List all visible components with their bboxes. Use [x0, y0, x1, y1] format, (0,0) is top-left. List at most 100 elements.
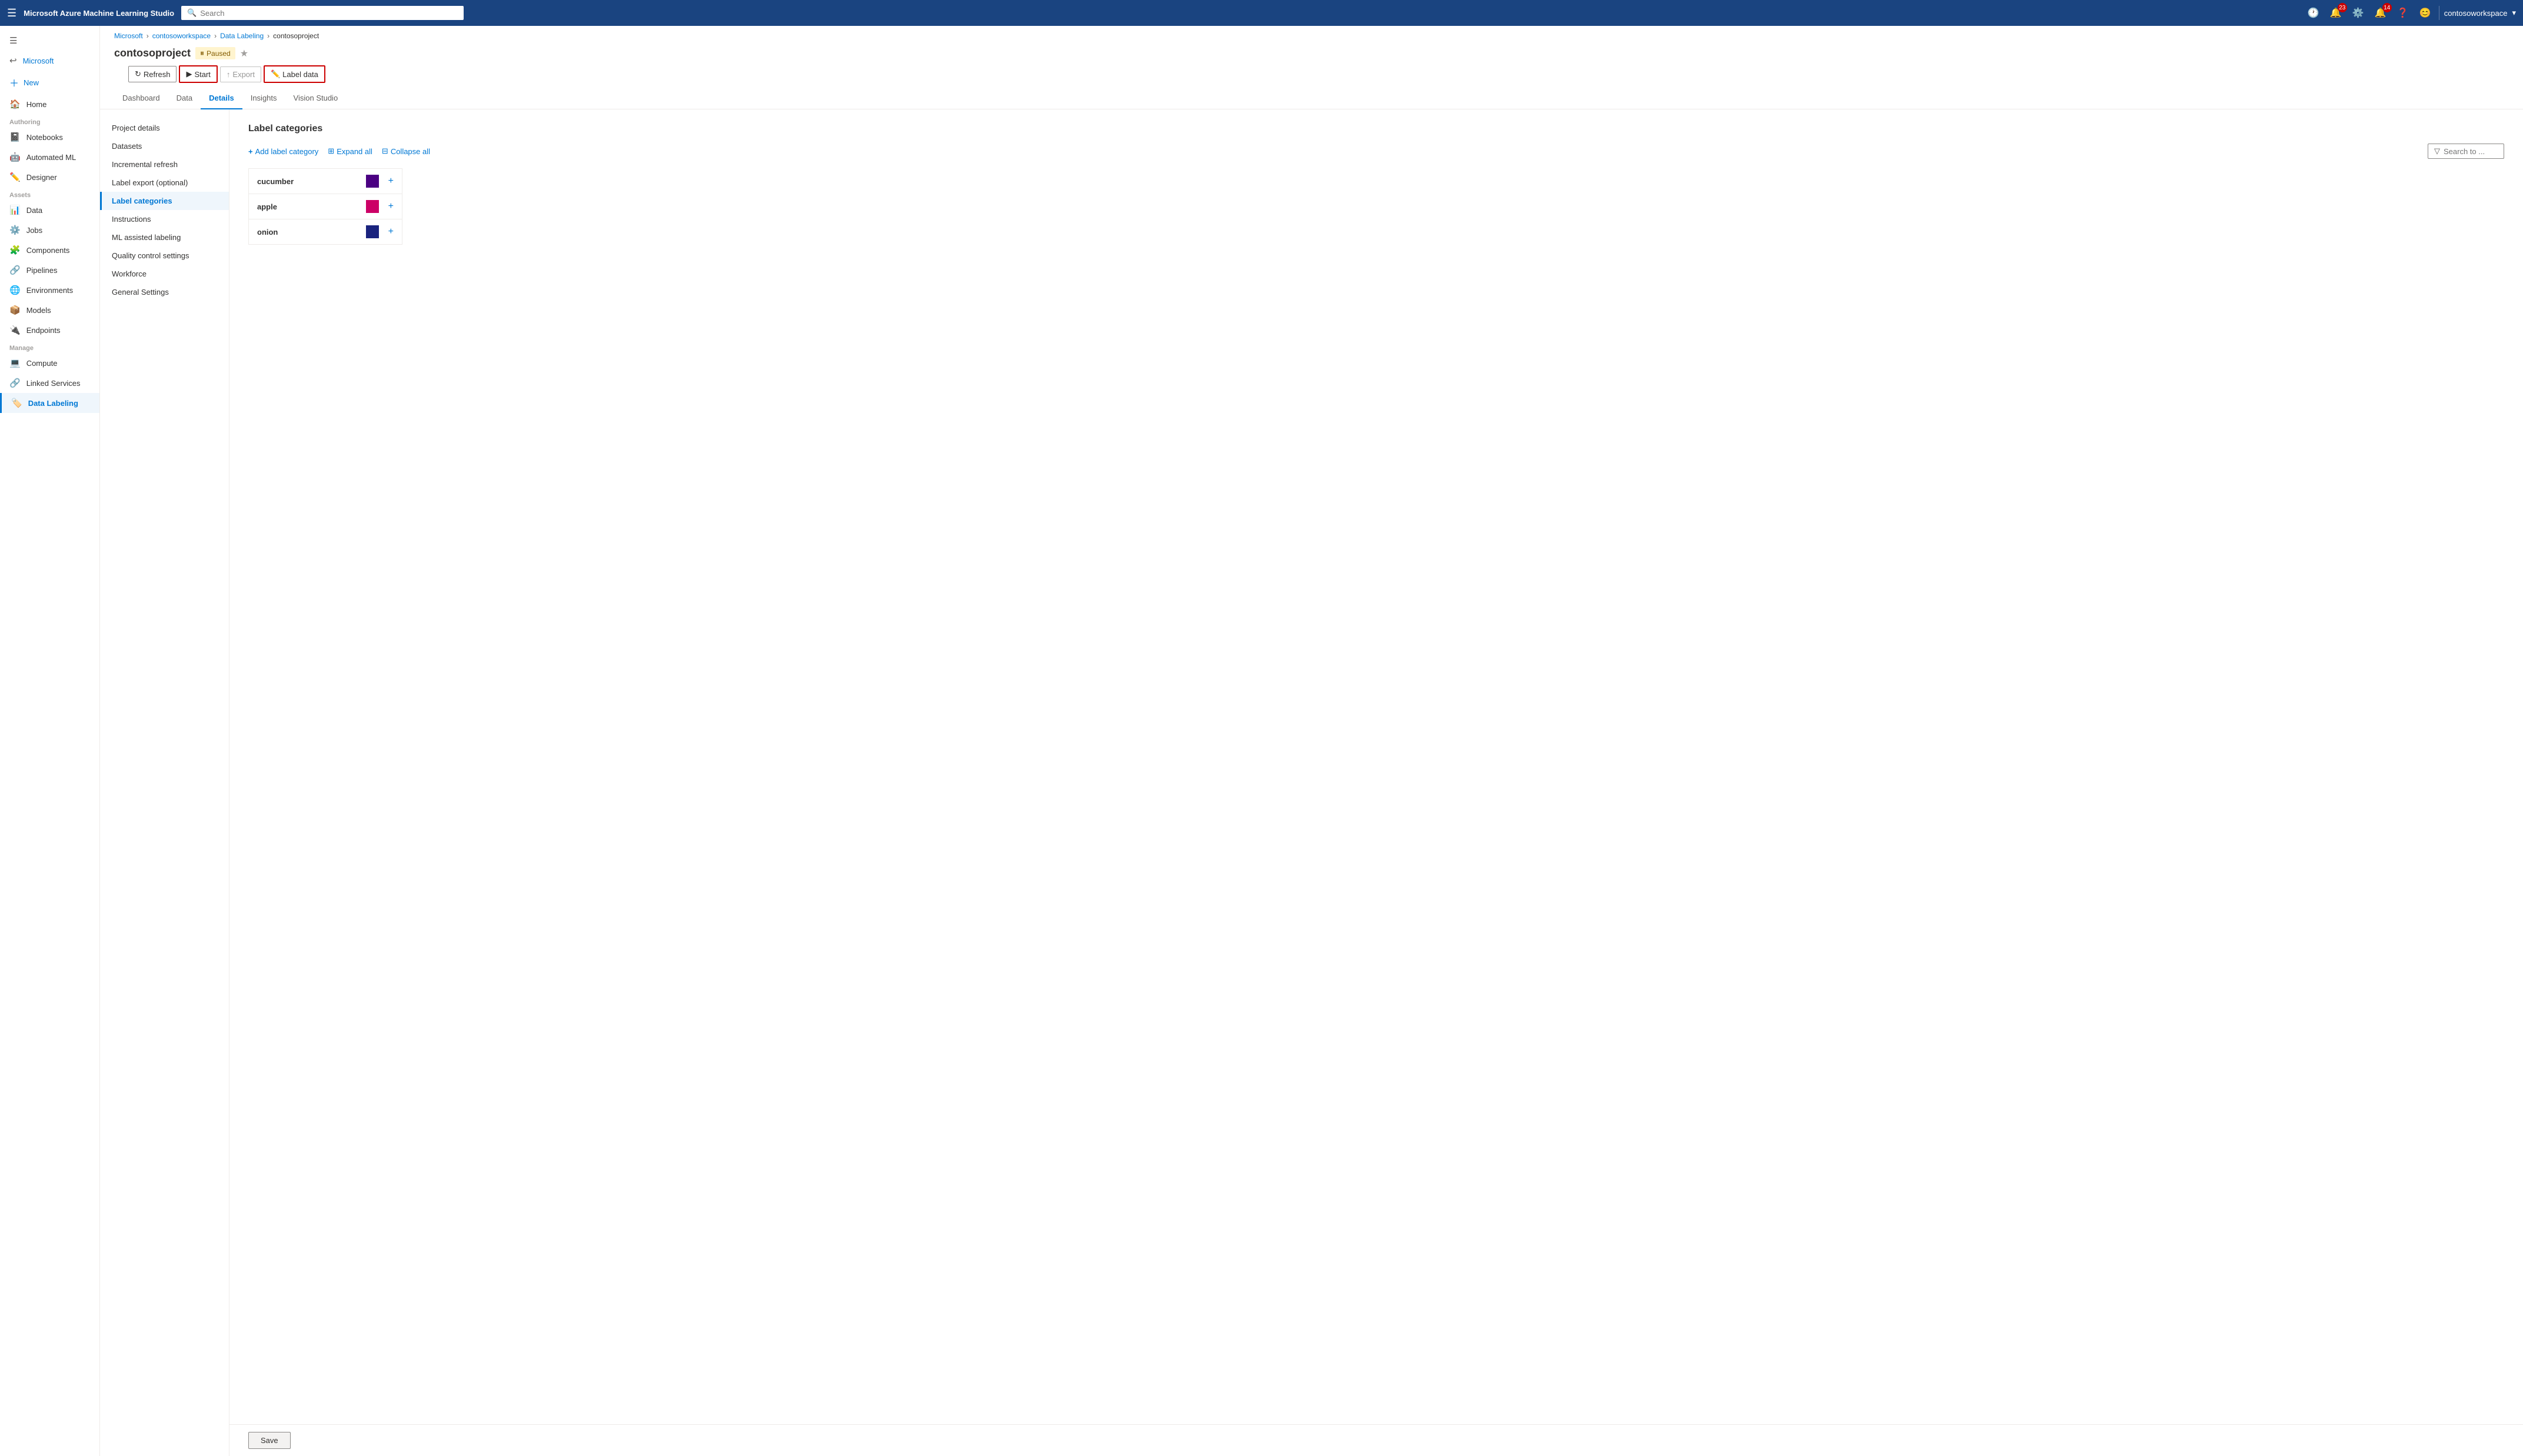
manage-label: Manage — [0, 340, 99, 353]
sidebar-item-compute[interactable]: 💻 Compute — [0, 353, 99, 373]
label-data-icon: ✏️ — [271, 69, 280, 79]
username-chevron[interactable]: ▾ — [2512, 8, 2516, 18]
add-label-category-button[interactable]: + Add label category — [248, 147, 318, 156]
menu-icon: ☰ — [9, 35, 17, 46]
sidebar-components-label: Components — [26, 246, 70, 255]
username[interactable]: contosoworkspace — [2444, 9, 2508, 18]
sub-nav-label-categories[interactable]: Label categories — [100, 192, 229, 210]
workspace-selector[interactable]: This workspace ▾ — [398, 8, 458, 18]
start-button[interactable]: ▶ Start — [179, 65, 217, 83]
sub-nav-datasets[interactable]: Datasets — [100, 137, 229, 155]
label-color-apple[interactable] — [366, 200, 379, 213]
breadcrumb: Microsoft › contosoworkspace › Data Labe… — [100, 26, 2523, 42]
tab-vision-studio[interactable]: Vision Studio — [285, 88, 347, 109]
search-bar: 🔍 This workspace ▾ — [181, 6, 464, 20]
sidebar-toggle[interactable]: ☰ — [0, 31, 99, 51]
save-area: Save — [229, 1424, 2523, 1456]
search-input[interactable] — [200, 9, 395, 18]
sub-nav-project-details[interactable]: Project details — [100, 119, 229, 137]
search-filter-container: ▽ — [2428, 144, 2504, 159]
breadcrumb-workspace[interactable]: contosoworkspace — [152, 32, 211, 40]
label-name-onion: onion — [257, 228, 357, 236]
breadcrumb-data-labeling[interactable]: Data Labeling — [220, 32, 264, 40]
sidebar-item-linked-services[interactable]: 🔗 Linked Services — [0, 373, 99, 393]
notification-badge: 23 — [2338, 3, 2347, 12]
sidebar: ☰ ↩ Microsoft ＋ New 🏠 Home Authoring 📓 N… — [0, 26, 100, 1456]
expand-all-button[interactable]: ⊞ Expand all — [328, 146, 372, 156]
label-data-button[interactable]: ✏️ Label data — [264, 65, 325, 83]
sidebar-item-jobs[interactable]: ⚙️ Jobs — [0, 220, 99, 240]
label-add-apple[interactable]: + — [388, 201, 394, 212]
add-icon: + — [248, 147, 253, 156]
label-add-cucumber[interactable]: + — [388, 176, 394, 186]
page-title-row: contosoproject ⏸ Paused ★ — [114, 47, 2509, 59]
save-button[interactable]: Save — [248, 1432, 291, 1449]
components-icon: 🧩 — [9, 245, 21, 255]
designer-icon: ✏️ — [9, 172, 21, 182]
refresh-button[interactable]: ↻ Refresh — [128, 66, 177, 82]
label-data-label: Label data — [282, 70, 318, 79]
favorite-star[interactable]: ★ — [240, 48, 248, 59]
sidebar-designer-label: Designer — [26, 173, 57, 182]
assets-label: Assets — [0, 187, 99, 200]
tab-details[interactable]: Details — [201, 88, 242, 109]
sidebar-item-environments[interactable]: 🌐 Environments — [0, 280, 99, 300]
environments-icon: 🌐 — [9, 285, 21, 295]
sub-nav-instructions[interactable]: Instructions — [100, 210, 229, 228]
search-filter-input[interactable] — [2444, 147, 2497, 156]
label-add-onion[interactable]: + — [388, 226, 394, 237]
sidebar-new[interactable]: ＋ New — [0, 71, 99, 94]
data-icon: 📊 — [9, 205, 21, 215]
sub-nav-general-settings[interactable]: General Settings — [100, 283, 229, 301]
sub-nav-label-export[interactable]: Label export (optional) — [100, 174, 229, 192]
sidebar-models-label: Models — [26, 306, 51, 315]
hamburger-icon[interactable]: ☰ — [7, 7, 16, 19]
page-title: contosoproject — [114, 47, 191, 59]
sidebar-item-data[interactable]: 📊 Data — [0, 200, 99, 220]
sidebar-item-back[interactable]: ↩ Microsoft — [0, 51, 99, 71]
add-label-text: Add label category — [255, 147, 319, 156]
sub-nav-incremental-refresh[interactable]: Incremental refresh — [100, 155, 229, 174]
sidebar-item-data-labeling[interactable]: 🏷️ Data Labeling — [0, 393, 99, 413]
sub-nav-ml-assisted[interactable]: ML assisted labeling — [100, 228, 229, 246]
collapse-all-button[interactable]: ⊟ Collapse all — [382, 146, 430, 156]
recent-icon[interactable]: 🕐 — [2305, 4, 2322, 22]
sidebar-item-home[interactable]: 🏠 Home — [0, 94, 99, 114]
tab-dashboard[interactable]: Dashboard — [114, 88, 168, 109]
alerts-icon[interactable]: 🔔 14 — [2372, 4, 2389, 22]
sidebar-item-notebooks[interactable]: 📓 Notebooks — [0, 127, 99, 147]
export-button[interactable]: ↑ Export — [220, 66, 261, 82]
sub-nav-workforce[interactable]: Workforce — [100, 265, 229, 283]
tab-data[interactable]: Data — [168, 88, 201, 109]
layout: ☰ ↩ Microsoft ＋ New 🏠 Home Authoring 📓 N… — [0, 26, 2523, 1456]
sidebar-item-endpoints[interactable]: 🔌 Endpoints — [0, 320, 99, 340]
content-area: Project details Datasets Incremental ref… — [100, 109, 2523, 1456]
export-label: Export — [232, 70, 255, 79]
sidebar-pipelines-label: Pipelines — [26, 266, 58, 275]
settings-icon[interactable]: ⚙️ — [2349, 4, 2367, 22]
label-item-onion: onion + — [249, 219, 402, 244]
sidebar-compute-label: Compute — [26, 359, 58, 368]
help-icon[interactable]: ❓ — [2394, 4, 2412, 22]
tab-insights[interactable]: Insights — [242, 88, 285, 109]
label-item-cucumber: cucumber + — [249, 169, 402, 194]
notifications-icon[interactable]: 🔔 23 — [2327, 4, 2345, 22]
sidebar-linked-services-label: Linked Services — [26, 379, 81, 388]
label-color-cucumber[interactable] — [366, 175, 379, 188]
sub-nav-quality-control[interactable]: Quality control settings — [100, 246, 229, 265]
label-name-apple: apple — [257, 202, 357, 211]
sidebar-item-automl[interactable]: 🤖 Automated ML — [0, 147, 99, 167]
sidebar-item-designer[interactable]: ✏️ Designer — [0, 167, 99, 187]
breadcrumb-microsoft[interactable]: Microsoft — [114, 32, 143, 40]
right-panel-wrapper: Label categories + Add label category ⊞ … — [229, 109, 2523, 1456]
sidebar-item-components[interactable]: 🧩 Components — [0, 240, 99, 260]
sidebar-item-pipelines[interactable]: 🔗 Pipelines — [0, 260, 99, 280]
label-color-onion[interactable] — [366, 225, 379, 238]
action-bar: ↻ Refresh ▶ Start ↑ Export ✏️ Label data — [114, 65, 2509, 88]
account-icon[interactable]: 😊 — [2417, 4, 2434, 22]
chevron-down-icon: ▾ — [454, 8, 458, 18]
sidebar-item-models[interactable]: 📦 Models — [0, 300, 99, 320]
breadcrumb-current: contosoproject — [273, 32, 319, 40]
label-categories-title: Label categories — [248, 124, 2504, 134]
export-icon: ↑ — [227, 70, 231, 79]
